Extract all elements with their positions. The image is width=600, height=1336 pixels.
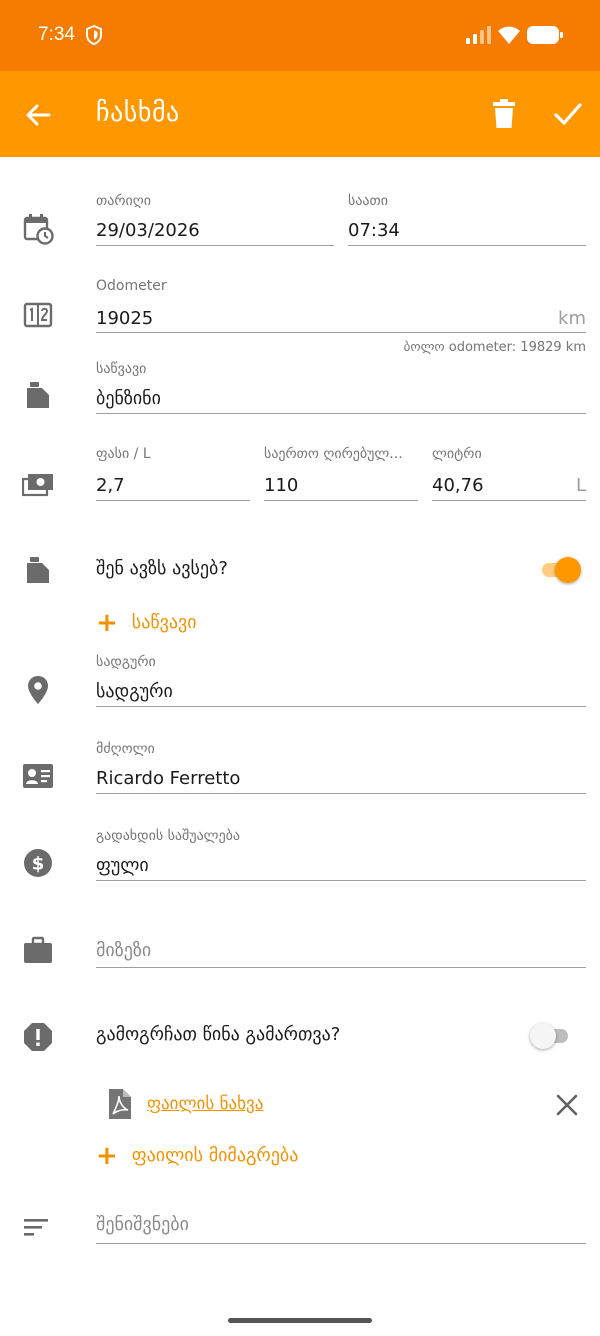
time-field[interactable]: საათი 07:34	[348, 193, 586, 247]
attach-file-label: ფაილის მიმაგრება	[131, 1145, 299, 1166]
time-label: საათი	[348, 193, 388, 209]
gesture-nav-bar[interactable]	[228, 1318, 372, 1323]
reason-placeholder[interactable]: მიზეზი	[96, 940, 151, 961]
driver-underline	[96, 793, 586, 794]
date-label: თარიღი	[96, 193, 151, 209]
station-value[interactable]: სადგური	[96, 681, 173, 702]
money-icon	[21, 469, 54, 501]
total-cost-field[interactable]: საერთო ღირებულ... 110	[264, 446, 418, 502]
page-title: ჩასხმა	[96, 98, 180, 128]
total-cost-label: საერთო ღირებულ...	[264, 446, 403, 462]
liters-unit: L	[575, 475, 586, 496]
notes-lines-icon	[22, 1212, 54, 1244]
driver-label: მძღოლი	[96, 741, 155, 757]
fuel-type-label: საწვავი	[96, 361, 147, 377]
full-tank-toggle-thumb	[555, 557, 581, 583]
fuel-can-icon	[22, 555, 54, 587]
notes-field[interactable]: შენიშვნები	[96, 1210, 586, 1246]
pdf-file-icon	[104, 1088, 136, 1120]
signal-icon	[466, 26, 491, 44]
view-file-link[interactable]: ფაილის ნახვა	[147, 1094, 263, 1114]
payment-method-underline	[96, 880, 586, 881]
price-value[interactable]: 2,7	[96, 475, 125, 496]
dollar-coin-icon: $	[22, 847, 54, 879]
odometer-underline	[96, 332, 586, 333]
shield-icon	[86, 25, 102, 45]
back-arrow-icon[interactable]	[24, 101, 52, 129]
price-underline	[96, 500, 250, 501]
calendar-clock-icon	[22, 213, 54, 245]
add-fuel-button[interactable]: + საწვავი	[96, 608, 197, 638]
add-fuel-label: საწვავი	[131, 612, 197, 633]
reason-field[interactable]: მიზეზი	[96, 936, 586, 970]
fuel-can-icon	[22, 380, 54, 412]
liters-value[interactable]: 40,76	[432, 475, 484, 496]
liters-underline	[432, 500, 586, 501]
plus-icon: +	[96, 608, 118, 638]
full-tank-label: შენ ავზს ავსებ?	[96, 558, 228, 579]
payment-method-field[interactable]: გადახდის საშუალება ფული	[96, 828, 586, 882]
fuel-type-field[interactable]: საწვავი ბენზინი	[96, 361, 586, 415]
missed-previous-label: გამოგრჩათ წინა გამართვა?	[96, 1024, 341, 1045]
date-field[interactable]: თარიღი 29/03/2026	[96, 193, 334, 247]
missed-previous-toggle[interactable]	[530, 1023, 570, 1049]
status-time: 7:34	[38, 24, 75, 45]
missed-previous-toggle-thumb	[530, 1023, 556, 1049]
station-field[interactable]: სადგური სადგური	[96, 654, 586, 708]
date-underline	[96, 245, 334, 246]
price-label: ფასი / L	[96, 446, 151, 462]
odometer-icon	[22, 299, 54, 331]
reason-underline	[96, 967, 586, 968]
time-value[interactable]: 07:34	[348, 220, 400, 241]
id-card-icon	[22, 760, 54, 792]
attach-file-button[interactable]: + ფაილის მიმაგრება	[96, 1141, 298, 1171]
time-underline	[348, 245, 586, 246]
full-tank-toggle[interactable]	[540, 557, 581, 583]
payment-method-value[interactable]: ფული	[96, 855, 149, 876]
notes-underline	[96, 1243, 586, 1244]
check-icon[interactable]	[553, 100, 583, 128]
date-value[interactable]: 29/03/2026	[96, 220, 200, 241]
driver-value[interactable]: Ricardo Ferretto	[96, 768, 240, 789]
odometer-unit: km	[558, 308, 586, 329]
plus-icon: +	[96, 1141, 118, 1171]
location-pin-icon	[22, 674, 54, 706]
notes-placeholder[interactable]: შენიშვნები	[96, 1214, 189, 1235]
fuel-type-underline	[96, 413, 586, 414]
liters-field[interactable]: ლიტრი 40,76 L	[432, 446, 586, 502]
delete-icon[interactable]	[490, 99, 518, 129]
total-cost-value[interactable]: 110	[264, 475, 298, 496]
odometer-value[interactable]: 19025	[96, 308, 153, 329]
driver-field[interactable]: მძღოლი Ricardo Ferretto	[96, 741, 586, 795]
odometer-field[interactable]: Odometer 19025 km	[96, 278, 586, 334]
status-bar: 7:34	[0, 0, 600, 71]
wifi-icon	[498, 26, 520, 44]
svg-text:$: $	[32, 854, 45, 875]
fuel-type-value[interactable]: ბენზინი	[96, 388, 161, 409]
briefcase-icon	[22, 935, 54, 967]
station-underline	[96, 706, 586, 707]
station-label: სადგური	[96, 654, 156, 670]
odometer-helper-text: ბოლო odometer: 19829 km	[403, 340, 586, 355]
battery-icon	[527, 26, 563, 44]
total-cost-underline	[264, 500, 418, 501]
price-field[interactable]: ფასი / L 2,7	[96, 446, 250, 502]
payment-method-label: გადახდის საშუალება	[96, 828, 241, 844]
warning-octagon-icon	[22, 1021, 54, 1053]
app-bar: ჩასხმა	[0, 71, 600, 157]
odometer-label: Odometer	[96, 278, 167, 294]
liters-label: ლიტრი	[432, 446, 482, 462]
close-icon[interactable]	[556, 1094, 578, 1116]
